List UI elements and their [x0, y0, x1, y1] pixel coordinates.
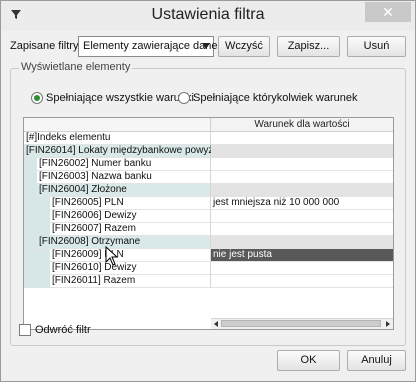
condition-cell[interactable] [211, 262, 393, 275]
grid-row[interactable]: [FIN26014] Lokaty międzybankowe powyż... [24, 145, 393, 158]
grid-row[interactable]: [FIN26011] Razem [24, 275, 393, 288]
saved-filters-label: Zapisane filtry [10, 40, 79, 52]
invert-filter-label[interactable]: Odwróć filtr [35, 324, 91, 336]
indent-guide [37, 210, 50, 223]
window-title: Ustawienia filtra [151, 6, 265, 23]
element-label: [FIN26010] Dewizy [52, 262, 137, 273]
indent-guide [24, 262, 37, 275]
element-label: [FIN26002] Numer banku [39, 158, 152, 169]
grid-header: Warunek dla wartości [24, 118, 393, 132]
element-label: [FIN26008] Otrzymane [39, 236, 141, 247]
element-cell[interactable]: [#]Indeks elementu [24, 132, 211, 145]
indent-guide [24, 171, 37, 184]
indent-guide [24, 184, 37, 197]
element-cell[interactable]: [FIN26006] Dewizy [24, 210, 211, 223]
cancel-button[interactable]: Anuluj [347, 350, 406, 371]
condition-cell[interactable] [211, 171, 393, 184]
scroll-left-icon[interactable] [214, 321, 218, 327]
radio-any-condition[interactable] [178, 92, 190, 104]
scroll-right-icon[interactable] [386, 321, 390, 327]
grid-row[interactable]: [FIN26003] Nazwa banku [24, 171, 393, 184]
condition-cell[interactable] [211, 236, 393, 249]
save-button[interactable]: Zapisz... [277, 36, 340, 57]
radio-all-label[interactable]: Spełniające wszystkie warunki [46, 92, 194, 104]
elements-grid[interactable]: Warunek dla wartości [#]Indeks elementu [… [23, 117, 394, 330]
grid-row[interactable]: [FIN26009] PLN nie jest pusta [24, 249, 393, 262]
element-label: [FIN26011] Razem [52, 275, 136, 286]
element-cell[interactable]: [FIN26011] Razem [24, 275, 211, 288]
indent-guide [24, 275, 37, 288]
radio-all-conditions[interactable] [31, 92, 43, 104]
horizontal-scrollbar[interactable] [211, 318, 393, 329]
element-cell[interactable]: [FIN26007] Razem [24, 223, 211, 236]
condition-cell[interactable] [211, 184, 393, 197]
grid-row[interactable]: [FIN26008] Otrzymane [24, 236, 393, 249]
grid-row[interactable]: [FIN26002] Numer banku [24, 158, 393, 171]
grid-row[interactable]: [FIN26004] Złożone [24, 184, 393, 197]
condition-cell[interactable] [211, 132, 393, 145]
element-label: [FIN26005] PLN [52, 197, 124, 208]
indent-guide [24, 236, 37, 249]
indent-guide [37, 262, 50, 275]
ok-button[interactable]: OK [277, 350, 340, 371]
scrollbar-thumb[interactable] [221, 320, 381, 327]
condition-cell[interactable] [211, 210, 393, 223]
element-cell[interactable]: [FIN26014] Lokaty międzybankowe powyż... [24, 145, 222, 158]
chevron-down-icon [202, 43, 210, 49]
title-bar[interactable]: Ustawienia filtra ✕ [1, 1, 415, 31]
element-label: [#]Indeks elementu [26, 132, 111, 143]
indent-guide [37, 249, 50, 262]
element-cell[interactable]: [FIN26004] Złożone [24, 184, 211, 197]
element-label: [FIN26014] Lokaty międzybankowe powyż... [26, 145, 222, 156]
element-cell[interactable]: [FIN26005] PLN [24, 197, 211, 210]
indent-guide [24, 223, 37, 236]
condition-cell[interactable]: nie jest pusta [211, 249, 393, 262]
element-cell[interactable]: [FIN26002] Numer banku [24, 158, 211, 171]
saved-filters-dropdown[interactable]: Elementy zawierające dane [78, 36, 218, 57]
element-cell[interactable]: [FIN26003] Nazwa banku [24, 171, 211, 184]
grid-row[interactable]: [FIN26010] Dewizy [24, 262, 393, 275]
condition-cell[interactable] [211, 158, 393, 171]
indent-guide [24, 158, 37, 171]
close-button[interactable]: ✕ [365, 2, 411, 22]
close-icon: ✕ [382, 4, 394, 20]
dialog-body: Zapisane filtry Elementy zawierające dan… [1, 31, 415, 381]
element-label: [FIN26003] Nazwa banku [39, 171, 152, 182]
condition-cell[interactable] [211, 145, 393, 158]
condition-cell[interactable] [211, 275, 393, 288]
element-label: [FIN26006] Dewizy [52, 210, 137, 221]
invert-filter-checkbox[interactable] [19, 324, 31, 336]
saved-filters-value: Elementy zawierające dane [83, 40, 218, 52]
indent-guide [37, 197, 50, 210]
clear-button[interactable]: Wczyść [218, 36, 270, 57]
condition-cell[interactable]: jest mniejsza niż 10 000 000 [211, 197, 393, 210]
indent-guide [24, 249, 37, 262]
mouse-pointer-icon [105, 246, 119, 266]
radio-any-label[interactable]: Spełniające którykolwiek warunek [193, 92, 357, 104]
grid-row[interactable]: [#]Indeks elementu [24, 132, 393, 145]
element-label: [FIN26004] Złożone [39, 184, 127, 195]
condition-column-header[interactable]: Warunek dla wartości [211, 118, 393, 132]
indent-guide [24, 197, 37, 210]
grid-row[interactable]: [FIN26006] Dewizy [24, 210, 393, 223]
grid-row[interactable]: [FIN26005] PLN jest mniejsza niż 10 000 0… [24, 197, 393, 210]
indent-guide [24, 210, 37, 223]
condition-cell[interactable] [211, 223, 393, 236]
group-title: Wyświetlane elementy [19, 61, 133, 73]
tree-column-header [24, 118, 211, 132]
filter-settings-dialog: Ustawienia filtra ✕ Zapisane filtry Elem… [0, 0, 416, 382]
indent-guide [37, 275, 50, 288]
grid-row[interactable]: [FIN26007] Razem [24, 223, 393, 236]
element-label: [FIN26007] Razem [52, 223, 136, 234]
indent-guide [37, 223, 50, 236]
delete-button[interactable]: Usuń [347, 36, 406, 57]
